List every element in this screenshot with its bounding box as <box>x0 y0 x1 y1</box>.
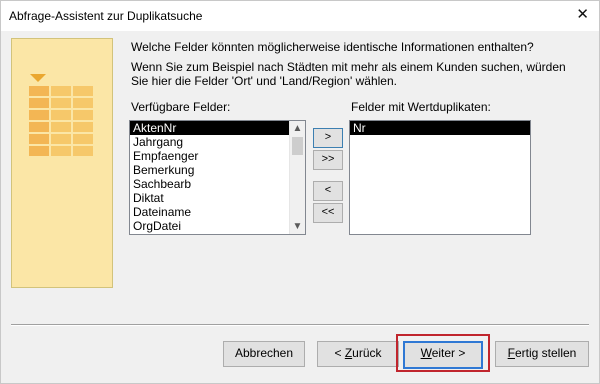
finish-button[interactable]: Fertig stellen <box>495 341 589 367</box>
list-item[interactable]: Nr <box>350 121 530 135</box>
list-item[interactable]: OrgDatei <box>130 219 305 233</box>
add-field-button[interactable]: > <box>313 128 343 148</box>
cancel-button[interactable]: Abbrechen <box>223 341 305 367</box>
list-item[interactable]: Dateiname <box>130 205 305 219</box>
wizard-dialog: Abfrage-Assistent zur Duplikatsuche ✕ We… <box>0 0 600 384</box>
list-item[interactable]: Empfaenger <box>130 149 305 163</box>
finish-accelerator: F <box>507 346 515 360</box>
scrollbar-thumb[interactable] <box>292 137 303 155</box>
back-label-prefix: < <box>334 346 345 360</box>
list-item[interactable]: Sachbearb <box>130 177 305 191</box>
back-button[interactable]: < Zurück <box>317 341 399 367</box>
arrow-down-icon <box>30 74 46 82</box>
finish-label-rest: ertig stellen <box>514 346 577 360</box>
window-title: Abfrage-Assistent zur Duplikatsuche <box>9 9 203 23</box>
list-item[interactable]: Bemerkung <box>130 163 305 177</box>
close-icon[interactable]: ✕ <box>576 5 589 23</box>
add-all-fields-button[interactable]: >> <box>313 150 343 170</box>
remove-all-fields-button[interactable]: << <box>313 203 343 223</box>
list-item[interactable]: Jahrgang <box>130 135 305 149</box>
title-bar: Abfrage-Assistent zur Duplikatsuche ✕ <box>1 1 599 31</box>
wizard-illustration <box>11 38 113 288</box>
list-item[interactable]: AktenNr <box>130 121 305 135</box>
chevron-down-icon[interactable]: ▼ <box>290 219 305 234</box>
dup-fields-list[interactable]: Nr <box>349 120 531 235</box>
chevron-up-icon[interactable]: ▲ <box>290 121 305 136</box>
dup-fields-label: Felder mit Wertduplikaten: <box>351 100 491 114</box>
table-icon <box>28 85 98 165</box>
next-button-highlight <box>396 334 490 372</box>
back-label-rest: urück <box>352 346 382 360</box>
available-fields-label: Verfügbare Felder: <box>131 100 231 114</box>
question-hint: Wenn Sie zum Beispiel nach Städten mit m… <box>131 60 566 88</box>
list-item[interactable]: Diktat <box>130 191 305 205</box>
divider <box>11 324 589 326</box>
question-heading: Welche Felder könnten möglicherweise ide… <box>131 40 534 54</box>
remove-field-button[interactable]: < <box>313 181 343 201</box>
vertical-scrollbar[interactable]: ▲ ▼ <box>289 121 305 234</box>
available-fields-list[interactable]: AktenNr Jahrgang Empfaenger Bemerkung Sa… <box>129 120 306 235</box>
